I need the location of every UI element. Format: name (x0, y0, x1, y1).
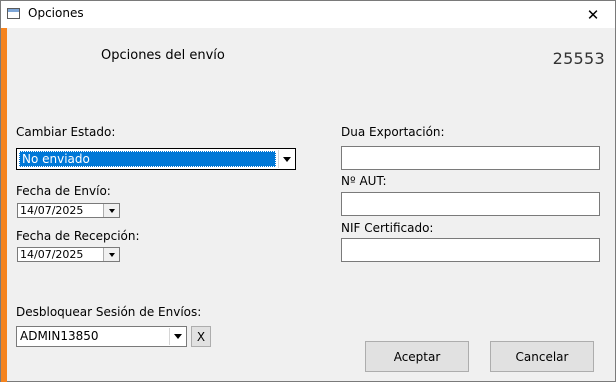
title-bar: Opciones ✕ (1, 1, 615, 28)
chevron-down-icon[interactable] (278, 150, 294, 168)
estado-select[interactable]: No enviado (16, 148, 296, 170)
fecha-recepcion-value: 14/07/2025 (20, 248, 84, 261)
chevron-down-icon[interactable] (103, 204, 119, 217)
nif-label: NIF Certificado: (341, 221, 434, 235)
clear-session-button[interactable]: X (191, 326, 211, 347)
close-icon[interactable]: ✕ (571, 1, 615, 28)
desbloquear-select[interactable]: ADMIN13850 (16, 326, 187, 347)
desbloquear-value: ADMIN13850 (20, 329, 99, 343)
dua-input[interactable] (341, 146, 600, 170)
chevron-down-icon[interactable] (169, 328, 185, 345)
estado-value: No enviado (22, 152, 90, 166)
fecha-envio-picker[interactable]: 14/07/2025 (17, 203, 120, 218)
aut-label: Nº AUT: (341, 174, 387, 188)
fecha-recepcion-picker[interactable]: 14/07/2025 (17, 247, 120, 262)
chevron-down-icon[interactable] (103, 248, 119, 261)
fecha-envio-label: Fecha de Envío: (16, 184, 111, 198)
options-window: Opciones ✕ Opciones del envío 25553 Camb… (0, 0, 616, 382)
desbloquear-label: Desbloquear Sesión de Envíos: (16, 305, 202, 319)
page-title: Opciones del envío (101, 48, 225, 63)
shipment-number: 25553 (552, 49, 605, 68)
nif-input[interactable] (341, 238, 600, 262)
window-app-icon (7, 8, 20, 19)
aut-input[interactable] (341, 192, 600, 216)
fecha-recepcion-label: Fecha de Recepción: (16, 229, 140, 243)
accept-button[interactable]: Aceptar (365, 341, 469, 372)
fecha-envio-value: 14/07/2025 (20, 204, 84, 217)
dua-label: Dua Exportación: (341, 125, 445, 139)
window-title: Opciones (28, 6, 84, 20)
accent-bar (1, 28, 7, 382)
estado-label: Cambiar Estado: (16, 125, 116, 139)
cancel-button[interactable]: Cancelar (490, 341, 594, 372)
